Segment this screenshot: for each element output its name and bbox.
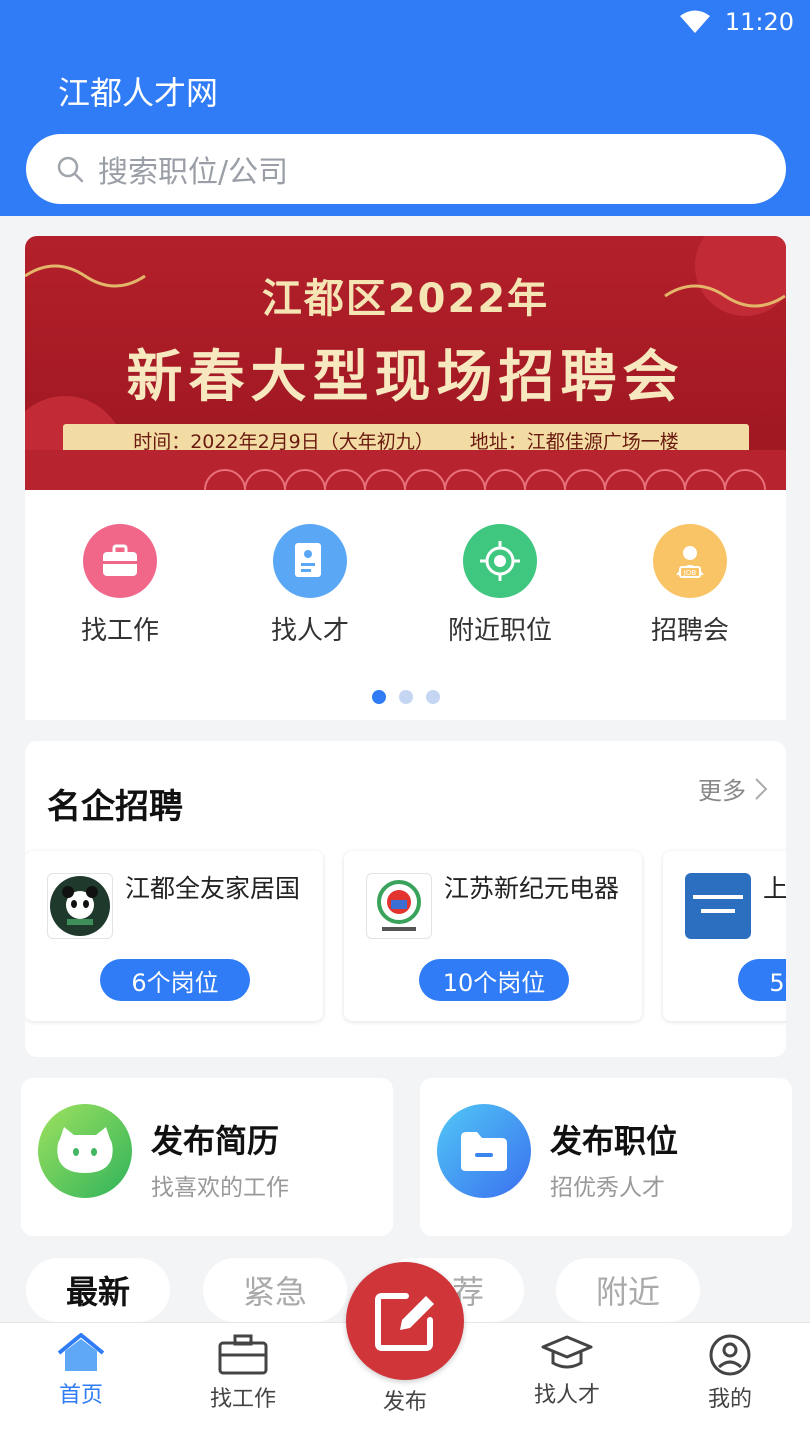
pagination-dot[interactable] — [425, 690, 440, 704]
banner-title-year: 江都区2022年 — [261, 276, 550, 322]
famous-companies-section: 名企招聘 更多 江都全友家居国 6个岗位 江苏新纪元电器 10个岗位 上 5个岗… — [25, 741, 786, 1057]
edit-icon — [375, 1293, 434, 1351]
tab-label: 找工作 — [209, 1387, 276, 1412]
publish-job-card[interactable]: 发布职位 招优秀人才 — [420, 1078, 792, 1236]
company-name: 江苏新纪元电器 — [444, 874, 620, 903]
tab-find-job[interactable]: 找工作 — [173, 1333, 313, 1413]
home-icon — [57, 1333, 105, 1371]
publish-title: 发布简历 — [151, 1122, 280, 1160]
company-name: 上 — [763, 874, 786, 903]
mascot-icon — [38, 1104, 132, 1198]
app-title: 江都人才网 — [58, 74, 219, 112]
resume-icon — [273, 524, 347, 598]
tab-label: 我的 — [707, 1387, 752, 1412]
publish-subtitle: 招优秀人才 — [550, 1175, 665, 1201]
company-card[interactable]: 江都全友家居国 6个岗位 — [25, 851, 323, 1021]
company-card[interactable]: 江苏新纪元电器 10个岗位 — [344, 851, 642, 1021]
section-title: 名企招聘 — [47, 787, 183, 827]
pagination-dot-active[interactable] — [371, 690, 386, 704]
graduation-cap-icon — [541, 1335, 593, 1369]
banner-card: 江都区2022年 新春大型现场招聘会 时间：2022年2月9日（大年初九） 地址… — [25, 236, 786, 720]
briefcase-icon — [83, 524, 157, 598]
company-logo — [366, 873, 432, 939]
tab-mine[interactable]: 我的 — [660, 1333, 800, 1413]
publish-subtitle: 找喜欢的工作 — [151, 1175, 289, 1201]
search-placeholder: 搜索职位/公司 — [98, 155, 289, 190]
tab-label: 首页 — [58, 1383, 103, 1408]
wifi-icon — [679, 10, 710, 33]
tab-home[interactable]: 首页 — [11, 1333, 151, 1409]
filter-latest[interactable]: 最新 — [26, 1258, 170, 1322]
quick-nearby-jobs[interactable]: 附近职位 — [405, 524, 595, 647]
briefcase-icon — [218, 1334, 268, 1375]
quick-label: 找人才 — [270, 616, 349, 646]
user-icon — [709, 1334, 751, 1376]
svg-text:JOB: JOB — [683, 569, 697, 577]
quick-find-talent[interactable]: 找人才 — [215, 524, 405, 647]
location-target-icon — [463, 524, 537, 598]
status-bar: 11:20 — [679, 6, 794, 38]
more-label: 更多 — [698, 777, 746, 805]
quick-label: 招聘会 — [650, 616, 729, 646]
banner-title-main: 新春大型现场招聘会 — [126, 345, 685, 410]
filter-urgent[interactable]: 紧急 — [203, 1258, 347, 1322]
tab-find-talent[interactable]: 找人才 — [497, 1333, 637, 1409]
job-count-badge[interactable]: 6个岗位 — [100, 959, 250, 1001]
pagination-dot[interactable] — [398, 690, 413, 704]
company-card[interactable]: 上 5个岗位 — [663, 851, 786, 1021]
quick-menu: 找工作 找人才 附近职位 JOB 招聘会 — [25, 524, 786, 647]
quick-label: 找工作 — [80, 616, 159, 646]
quick-job-fair[interactable]: JOB 招聘会 — [595, 524, 785, 647]
company-list: 江都全友家居国 6个岗位 江苏新纪元电器 10个岗位 上 5个岗位 — [25, 851, 786, 1023]
folder-icon — [437, 1104, 531, 1198]
search-icon — [57, 156, 84, 183]
company-name: 江都全友家居国 — [125, 874, 301, 903]
tab-publish-label: 发布 — [382, 1390, 427, 1415]
company-logo — [47, 873, 113, 939]
carousel-pagination — [25, 690, 786, 704]
banner-carousel[interactable]: 江都区2022年 新春大型现场招聘会 时间：2022年2月9日（大年初九） 地址… — [25, 236, 786, 490]
job-fair-icon: JOB — [653, 524, 727, 598]
quick-find-job[interactable]: 找工作 — [25, 524, 215, 647]
quick-label: 附近职位 — [447, 616, 552, 646]
chevron-right-icon — [755, 777, 768, 800]
job-count-badge[interactable]: 5个岗位 — [738, 959, 786, 1001]
more-link[interactable]: 更多 — [698, 771, 768, 806]
banner-waves — [25, 450, 786, 490]
job-count-badge[interactable]: 10个岗位 — [419, 959, 569, 1001]
publish-fab-button[interactable] — [346, 1262, 464, 1380]
publish-resume-card[interactable]: 发布简历 找喜欢的工作 — [21, 1078, 393, 1236]
filter-nearby[interactable]: 附近 — [556, 1258, 700, 1322]
publish-title: 发布职位 — [550, 1122, 679, 1160]
company-logo — [685, 873, 751, 939]
app-header: 11:20 江都人才网 搜索职位/公司 — [0, 0, 810, 216]
search-input[interactable]: 搜索职位/公司 — [26, 134, 786, 204]
tab-label: 找人才 — [533, 1383, 600, 1408]
status-time: 11:20 — [724, 8, 794, 36]
